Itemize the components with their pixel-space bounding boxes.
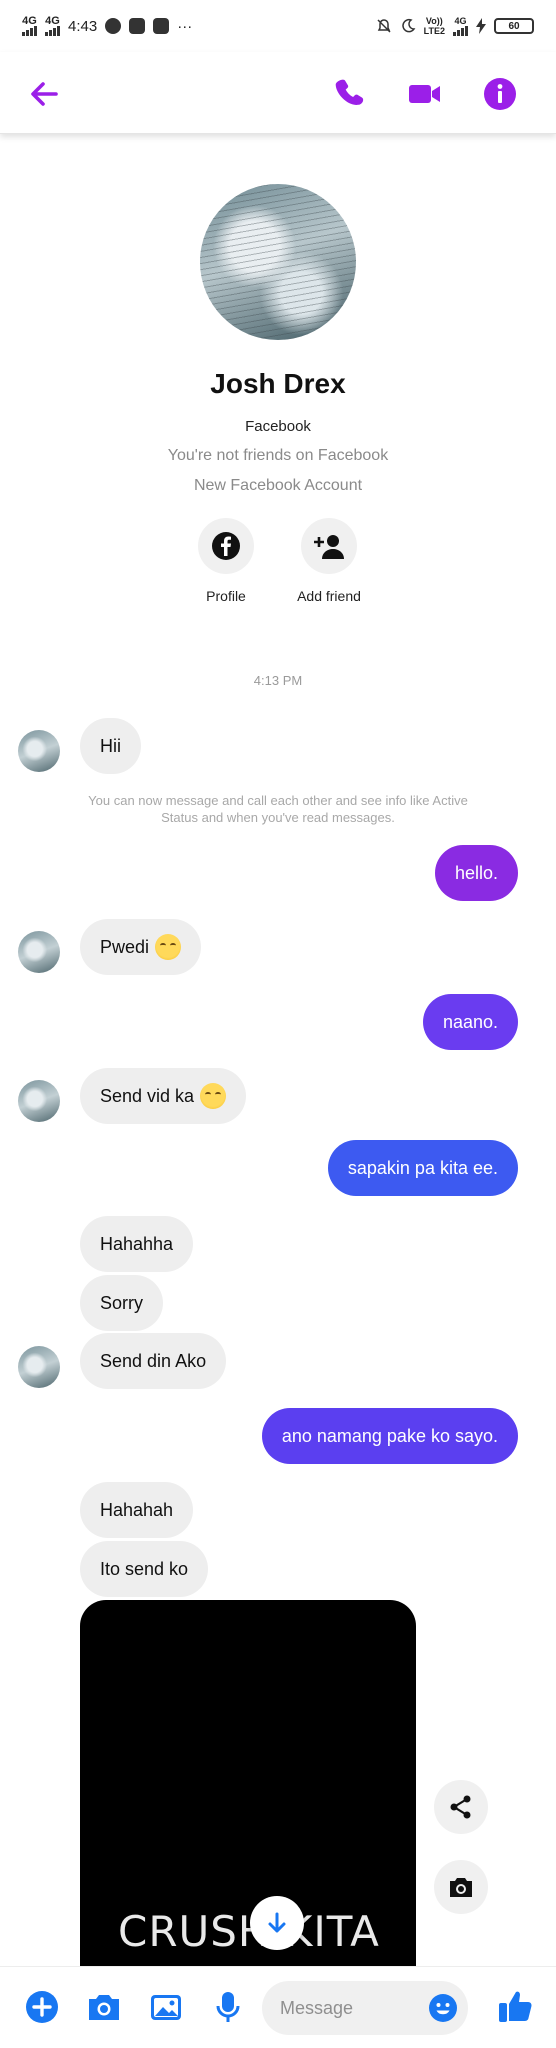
profile-button-label: Profile <box>206 588 246 604</box>
bell-off-icon <box>377 19 391 33</box>
save-photo-button[interactable] <box>434 1860 488 1914</box>
facebook-icon <box>212 532 240 560</box>
account-note: New Facebook Account <box>193 477 363 494</box>
message-composer <box>0 1966 556 2048</box>
friend-status: You're not friends on Facebook <box>167 447 389 464</box>
photo-icon[interactable] <box>148 1989 184 2025</box>
message-incoming[interactable]: Pwedi <box>80 919 202 975</box>
battery-indicator: 60 <box>494 18 534 34</box>
chat-timestamp: 4:13 PM <box>253 673 303 688</box>
share-button[interactable] <box>434 1780 488 1834</box>
message-outgoing[interactable]: sapakin pa kita ee. <box>327 1140 518 1196</box>
video-camera-icon[interactable] <box>406 76 442 112</box>
share-icon <box>450 1795 471 1819</box>
microphone-icon[interactable] <box>210 1989 246 2025</box>
volte-indicator: Vo)) LTE2 <box>423 16 445 36</box>
notification-icon <box>129 18 146 34</box>
scroll-down-button[interactable] <box>250 1896 304 1950</box>
moon-icon <box>401 18 416 33</box>
message-incoming[interactable]: Ito send ko <box>80 1541 209 1597</box>
add-friend-button[interactable] <box>301 518 357 574</box>
message-incoming[interactable]: Send din Ako <box>80 1333 227 1389</box>
hand-over-mouth-emoji-icon <box>200 1083 227 1109</box>
profile-avatar[interactable] <box>200 184 356 340</box>
phone-icon[interactable] <box>333 76 369 112</box>
add-friend-label: Add friend <box>297 588 361 604</box>
contact-avatar[interactable] <box>18 1346 60 1388</box>
arrow-down-icon <box>268 1912 286 1933</box>
profile-platform: Facebook <box>245 418 311 435</box>
contact-avatar[interactable] <box>18 1080 60 1122</box>
message-outgoing[interactable]: ano namang pake ko sayo. <box>261 1408 518 1464</box>
hand-over-mouth-emoji-icon <box>155 934 182 960</box>
signal-bars-icon <box>22 26 37 36</box>
back-arrow-icon[interactable] <box>26 76 62 112</box>
profile-action[interactable]: Profile <box>171 518 281 604</box>
message-outgoing[interactable]: naano. <box>422 994 518 1050</box>
facebook-notification-icon <box>153 18 170 34</box>
status-right: Vo)) LTE2 4G 60 <box>376 16 534 36</box>
info-icon[interactable] <box>482 76 518 112</box>
message-incoming[interactable]: Hahahah <box>80 1482 194 1538</box>
charging-icon <box>476 18 486 34</box>
signal-bars-icon <box>453 26 468 36</box>
plus-icon[interactable] <box>24 1989 60 2025</box>
message-outgoing[interactable]: hello. <box>434 845 518 901</box>
chat-header <box>0 52 556 134</box>
smiley-icon[interactable] <box>428 1993 458 2023</box>
video-overlay-text: CRUSH KITA <box>118 1907 380 1956</box>
add-friend-action[interactable]: Add friend <box>274 518 384 604</box>
signal-indicator-2: 4G <box>45 16 60 36</box>
profile-name: Josh Drex <box>210 368 346 399</box>
thumbs-up-icon[interactable] <box>496 1987 534 2025</box>
video-message[interactable]: CRUSH KITA <box>80 1600 416 1968</box>
message-incoming[interactable]: Sorry <box>80 1275 164 1331</box>
signal-indicator-3: 4G <box>453 16 468 36</box>
profile-button[interactable] <box>198 518 254 574</box>
camera-icon <box>450 1878 472 1897</box>
clock: 4:43 <box>68 17 98 35</box>
add-person-icon <box>314 535 344 559</box>
contact-avatar[interactable] <box>18 931 60 973</box>
message-incoming[interactable]: Send vid ka <box>80 1068 247 1124</box>
messenger-notification-icon <box>105 18 122 34</box>
camera-icon[interactable] <box>86 1989 122 2025</box>
message-incoming[interactable]: Hahahha <box>80 1216 194 1272</box>
status-bar: 4G 4G 4:43 ··· Vo)) LTE2 4G 60 <box>0 0 556 52</box>
more-notifications: ··· <box>177 17 193 35</box>
system-note: You can now message and call each other … <box>88 793 468 825</box>
signal-indicator-1: 4G <box>22 16 37 36</box>
status-left: 4G 4G 4:43 ··· <box>22 16 192 36</box>
signal-bars-icon <box>45 26 60 36</box>
contact-avatar[interactable] <box>18 730 60 772</box>
message-incoming[interactable]: Hii <box>80 718 141 774</box>
